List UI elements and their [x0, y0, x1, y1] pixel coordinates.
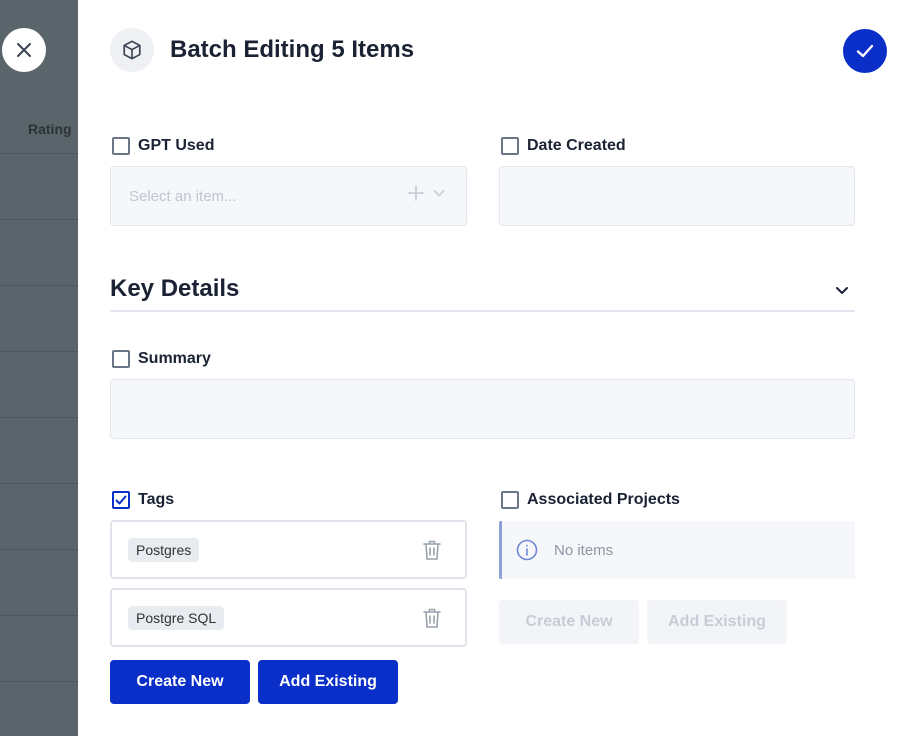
background-row-divider — [0, 417, 78, 418]
background-row-divider — [0, 549, 78, 550]
background-row-divider — [0, 615, 78, 616]
page-title: Batch Editing 5 Items — [170, 36, 415, 63]
summary-field-label[interactable]: Summary — [112, 350, 211, 368]
tags-create-new-button[interactable]: Create New — [110, 660, 250, 704]
delete-tag-button[interactable] — [421, 538, 443, 562]
chevron-down-icon — [836, 287, 848, 294]
background-overlay: Rating — [0, 0, 78, 736]
associated-projects-field-label[interactable]: Associated Projects — [501, 491, 680, 509]
trash-icon — [423, 608, 441, 628]
background-row-divider — [0, 285, 78, 286]
delete-tag-button[interactable] — [421, 606, 443, 630]
gpt-used-checkbox[interactable] — [112, 137, 130, 155]
tag-chip[interactable]: Postgre SQL — [128, 606, 225, 630]
trash-icon — [423, 540, 441, 560]
projects-add-existing-button[interactable]: Add Existing — [647, 600, 787, 644]
plus-icon[interactable] — [408, 185, 424, 201]
background-row-divider — [0, 483, 78, 484]
tags-add-existing-button[interactable]: Add Existing — [258, 660, 398, 704]
tag-chip[interactable]: Postgres — [128, 538, 200, 562]
gpt-used-placeholder: Select an item... — [129, 188, 237, 205]
date-created-checkbox[interactable] — [501, 137, 519, 155]
batch-edit-panel: Batch Editing 5 Items GPT Used Select an… — [78, 0, 916, 736]
tags-field-label[interactable]: Tags — [112, 491, 174, 509]
projects-create-new-button[interactable]: Create New — [499, 600, 639, 644]
tag-item: Postgres — [110, 520, 467, 579]
section-divider — [110, 310, 855, 312]
background-row-divider — [0, 351, 78, 352]
date-created-input[interactable] — [499, 166, 855, 226]
associated-projects-empty-state: No items — [499, 521, 855, 579]
summary-label-text: Summary — [138, 350, 211, 367]
close-button[interactable] — [2, 28, 46, 72]
tags-checkbox[interactable] — [112, 491, 130, 509]
info-icon — [516, 539, 538, 561]
date-created-field-label[interactable]: Date Created — [501, 137, 626, 155]
key-details-toggle[interactable] — [830, 278, 854, 302]
empty-state-text: No items — [554, 541, 614, 559]
tags-label-text: Tags — [138, 491, 175, 508]
checkmark-icon — [856, 44, 874, 58]
associated-projects-checkbox[interactable] — [501, 491, 519, 509]
gpt-used-select[interactable]: Select an item... — [110, 166, 467, 226]
chevron-down-icon[interactable] — [432, 186, 446, 200]
associated-projects-label-text: Associated Projects — [527, 491, 680, 508]
background-row-divider — [0, 681, 78, 682]
cube-icon — [123, 40, 141, 60]
background-row-divider — [0, 153, 78, 154]
tag-item: Postgre SQL — [110, 588, 467, 647]
summary-input[interactable] — [110, 379, 855, 439]
checkmark-icon — [115, 495, 127, 505]
gpt-used-field-label[interactable]: GPT Used — [112, 137, 214, 155]
summary-checkbox[interactable] — [112, 350, 130, 368]
date-created-label-text: Date Created — [527, 137, 626, 154]
header-icon-container — [110, 28, 154, 72]
gpt-used-label-text: GPT Used — [138, 137, 215, 154]
close-icon — [17, 43, 31, 57]
background-column-header: Rating — [28, 121, 72, 137]
background-row-divider — [0, 219, 78, 220]
confirm-button[interactable] — [843, 29, 887, 73]
key-details-heading: Key Details — [110, 275, 240, 302]
